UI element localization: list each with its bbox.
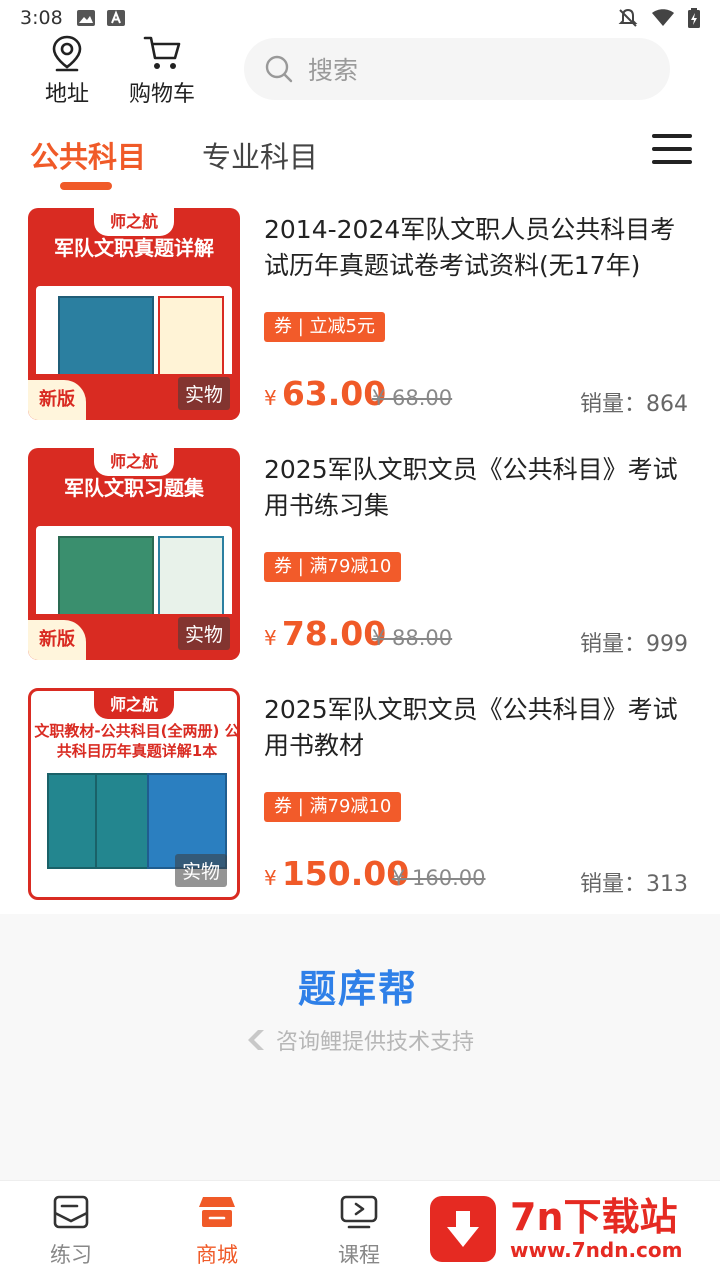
text-a-icon bbox=[106, 10, 125, 26]
product-card[interactable]: 师之航 军队文职习题集 新版 实物 2025军队文职文员《公共科目》考试用书练习… bbox=[0, 446, 720, 686]
watermark-url: www.7ndn.com bbox=[510, 1238, 683, 1262]
original-price: ¥ 68.00 bbox=[372, 386, 453, 410]
product-list: 师之航 军队文职真题详解 新版 实物 2014-2024军队文职人员公共科目考试… bbox=[0, 206, 720, 926]
cart-button[interactable]: 购物车 bbox=[124, 34, 200, 108]
original-price: ¥ 160.00 bbox=[392, 866, 486, 890]
thumb-headline: 文职教材-公共科目(全两册) 公共科目历年真题详解1本 bbox=[34, 722, 240, 760]
course-play-icon bbox=[340, 1195, 378, 1229]
nav-practice[interactable]: 练习 bbox=[26, 1193, 116, 1269]
sales-count: 销量：864 bbox=[580, 392, 688, 417]
thumb-headline: 军队文职真题详解 bbox=[54, 236, 214, 260]
thumb-new-tag: 新版 bbox=[28, 620, 86, 660]
thumb-new-tag: 新版 bbox=[28, 380, 86, 420]
nav-course[interactable]: 课程 bbox=[314, 1193, 404, 1269]
tab-professional-subjects[interactable]: 专业科目 bbox=[202, 134, 318, 176]
product-thumbnail: 师之航 军队文职习题集 新版 实物 bbox=[28, 448, 240, 660]
physical-badge: 实物 bbox=[177, 377, 230, 410]
image-icon bbox=[76, 10, 95, 26]
coupon-badge: 券 | 满79减10 bbox=[264, 552, 402, 582]
practice-icon bbox=[53, 1195, 89, 1229]
sales-count: 销量：313 bbox=[580, 872, 688, 897]
status-bar: 3:08 bbox=[0, 0, 720, 36]
mute-bell-icon bbox=[618, 8, 638, 27]
tech-support-text: 咨询鲤提供技术支持 bbox=[244, 1024, 474, 1056]
search-input[interactable]: 搜索 bbox=[244, 38, 670, 100]
wifi-icon bbox=[652, 9, 674, 26]
category-tabs: 公共科目 专业科目 bbox=[0, 120, 720, 200]
nav-course-label: 课程 bbox=[338, 1243, 380, 1267]
nav-mall[interactable]: 商城 bbox=[172, 1193, 262, 1269]
menu-icon[interactable] bbox=[652, 134, 692, 170]
cart-label: 购物车 bbox=[128, 82, 195, 107]
status-time: 3:08 bbox=[20, 7, 63, 29]
address-button[interactable]: 地址 bbox=[40, 34, 94, 108]
thumb-brand: 师之航 bbox=[94, 448, 174, 476]
product-title: 2014-2024军队文职人员公共科目考试历年真题试卷考试资料(无17年) bbox=[264, 215, 676, 280]
nav-practice-label: 练习 bbox=[50, 1243, 92, 1267]
product-thumbnail: 师之航 文职教材-公共科目(全两册) 公共科目历年真题详解1本 实物 bbox=[28, 688, 240, 900]
address-label: 地址 bbox=[44, 82, 89, 107]
coupon-badge: 券 | 立减5元 bbox=[264, 312, 385, 342]
coupon-badge: 券 | 满79减10 bbox=[264, 792, 402, 822]
shopping-cart-icon bbox=[143, 36, 181, 69]
active-tab-indicator bbox=[60, 182, 112, 190]
search-placeholder: 搜索 bbox=[308, 56, 359, 85]
product-thumbnail: 师之航 军队文职真题详解 新版 实物 bbox=[28, 208, 240, 420]
provider-logo-icon bbox=[248, 1030, 264, 1050]
thumb-headline: 军队文职习题集 bbox=[64, 476, 204, 500]
site-watermark: 7n下载站 www.7ndn.com bbox=[430, 1190, 706, 1268]
original-price: ¥ 88.00 bbox=[372, 626, 453, 650]
physical-badge: 实物 bbox=[174, 854, 227, 887]
store-icon bbox=[199, 1197, 235, 1227]
tab-public-subjects[interactable]: 公共科目 bbox=[30, 134, 146, 176]
thumb-brand: 师之航 bbox=[94, 691, 174, 719]
product-price: ¥ 150.00 bbox=[264, 854, 410, 893]
battery-charging-icon bbox=[688, 8, 700, 28]
product-price: ¥ 78.00 bbox=[264, 614, 387, 653]
product-price: ¥ 63.00 bbox=[264, 374, 387, 413]
product-card[interactable]: 师之航 军队文职真题详解 新版 实物 2014-2024军队文职人员公共科目考试… bbox=[0, 206, 720, 446]
sales-count: 销量：999 bbox=[580, 632, 688, 657]
tikubang-logo: 题库帮 bbox=[297, 967, 418, 1011]
watermark-title: 7n下载站 bbox=[510, 1195, 678, 1239]
thumb-brand: 师之航 bbox=[94, 208, 174, 236]
footer: 题库帮 咨询鲤提供技术支持 bbox=[0, 914, 720, 1180]
location-pin-icon bbox=[52, 35, 82, 72]
download-arrow-icon bbox=[430, 1196, 496, 1262]
nav-mall-label: 商城 bbox=[196, 1243, 238, 1267]
product-title: 2025军队文职文员《公共科目》考试用书练习集 bbox=[264, 455, 678, 520]
top-bar: 地址 购物车 搜索 bbox=[0, 32, 720, 108]
product-title: 2025军队文职文员《公共科目》考试用书教材 bbox=[264, 695, 678, 760]
search-icon bbox=[265, 55, 293, 83]
physical-badge: 实物 bbox=[177, 617, 230, 650]
product-card[interactable]: 师之航 文职教材-公共科目(全两册) 公共科目历年真题详解1本 实物 2025军… bbox=[0, 686, 720, 926]
